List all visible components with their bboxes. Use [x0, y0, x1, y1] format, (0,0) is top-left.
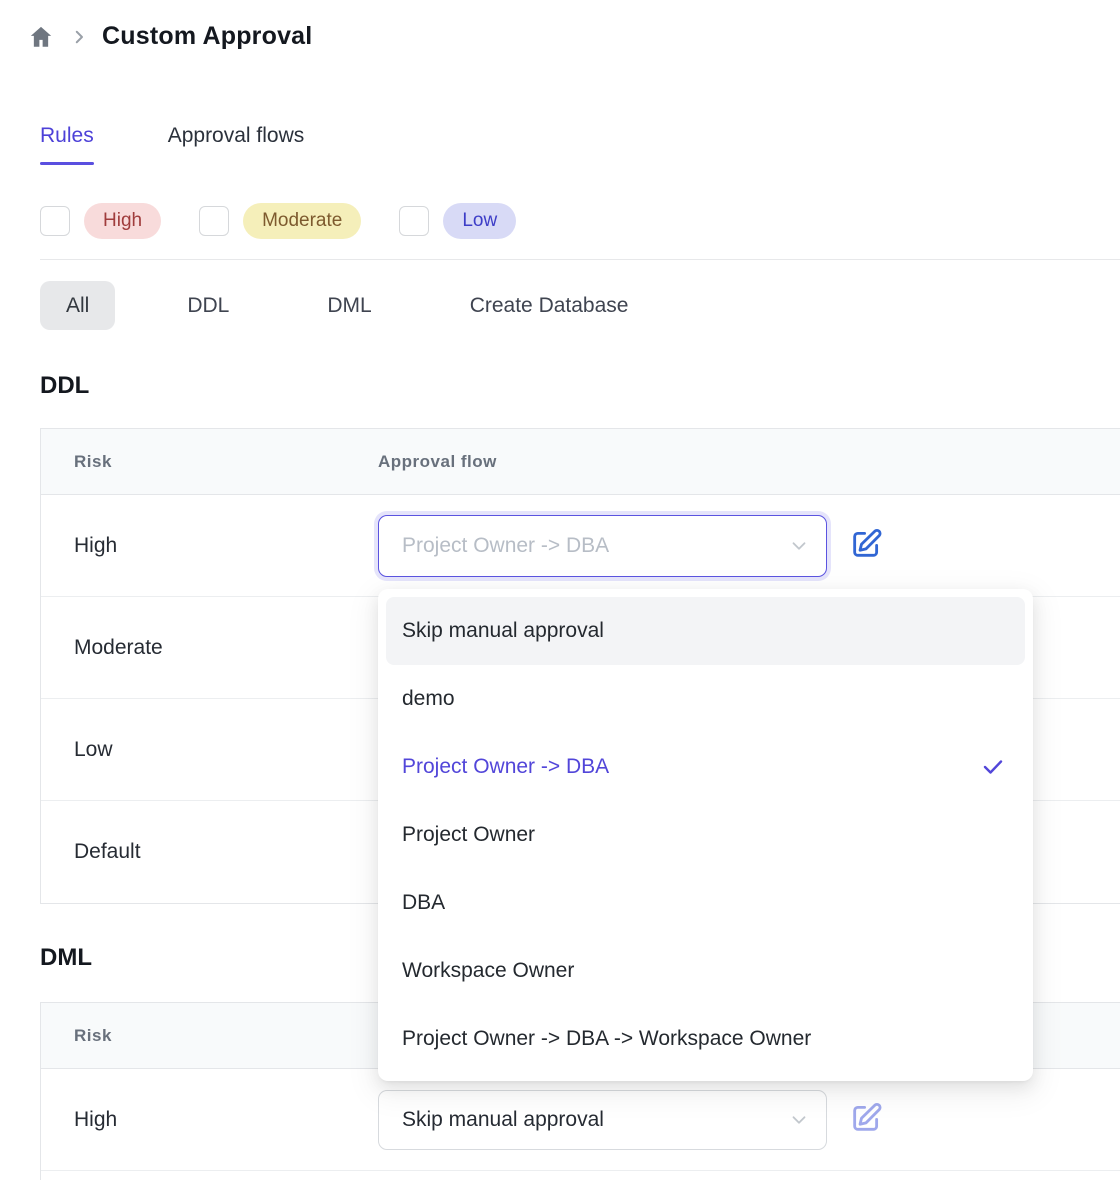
- home-icon[interactable]: [28, 24, 54, 50]
- risk-filter-low: Low: [399, 203, 516, 239]
- section-divider: [40, 259, 1120, 260]
- select-value: Project Owner -> DBA: [402, 534, 609, 558]
- edit-approval-flow-button-ddl-high[interactable]: [847, 527, 885, 565]
- column-header-risk: Risk: [41, 1026, 378, 1046]
- approval-flow-cell: Skip manual approval: [378, 1090, 885, 1150]
- approval-flow-dropdown-menu: Skip manual approval demo Project Owner …: [378, 589, 1033, 1081]
- tab-approval-flows[interactable]: Approval flows: [168, 124, 305, 165]
- risk-filter-row: High Moderate Low: [40, 203, 516, 239]
- filter-create-database[interactable]: Create Database: [444, 281, 655, 330]
- chevron-down-icon: [788, 535, 810, 557]
- dropdown-option-project-owner[interactable]: Project Owner: [386, 801, 1025, 869]
- risk-label: Moderate: [41, 636, 378, 660]
- page-title: Custom Approval: [102, 22, 312, 51]
- section-title-ddl: DDL: [40, 372, 89, 400]
- edit-pencil-square-icon: [849, 527, 883, 561]
- edit-approval-flow-button-dml-high[interactable]: [847, 1101, 885, 1139]
- approval-flow-select-dml-high[interactable]: Skip manual approval: [378, 1090, 827, 1150]
- filter-dml[interactable]: DML: [301, 281, 397, 330]
- dropdown-option-skip-manual-approval[interactable]: Skip manual approval: [386, 597, 1025, 665]
- dropdown-option-dba[interactable]: DBA: [386, 869, 1025, 937]
- risk-badge-moderate: Moderate: [243, 203, 361, 239]
- tab-bar: Rules Approval flows: [40, 124, 304, 165]
- risk-label: High: [41, 534, 378, 558]
- breadcrumb: Custom Approval: [28, 22, 312, 51]
- approval-flow-select-ddl-high[interactable]: Project Owner -> DBA: [378, 515, 827, 577]
- checkbox-low[interactable]: [399, 206, 429, 236]
- checkbox-high[interactable]: [40, 206, 70, 236]
- risk-badge-high: High: [84, 203, 161, 239]
- select-value: Skip manual approval: [402, 1108, 604, 1132]
- checkbox-moderate[interactable]: [199, 206, 229, 236]
- table-row-dml-next-partial: [41, 1171, 1120, 1180]
- type-filter-row: All DDL DML Create Database: [40, 281, 654, 330]
- custom-approval-page: Custom Approval Rules Approval flows Hig…: [0, 0, 1120, 1180]
- dropdown-option-workspace-owner[interactable]: Workspace Owner: [386, 937, 1025, 1005]
- option-label: Project Owner -> DBA: [402, 755, 609, 779]
- chevron-down-icon: [788, 1109, 810, 1131]
- risk-label: Low: [41, 738, 378, 762]
- section-title-dml: DML: [40, 944, 92, 972]
- risk-filter-moderate: Moderate: [199, 203, 361, 239]
- risk-filter-high: High: [40, 203, 161, 239]
- dropdown-option-project-owner-dba[interactable]: Project Owner -> DBA: [386, 733, 1025, 801]
- chevron-right-icon: [70, 28, 88, 46]
- dropdown-option-project-owner-dba-workspace-owner[interactable]: Project Owner -> DBA -> Workspace Owner: [386, 1005, 1025, 1073]
- risk-badge-low: Low: [443, 203, 516, 239]
- filter-all[interactable]: All: [40, 281, 115, 330]
- risk-label: Default: [41, 840, 378, 864]
- table-row-ddl-high: High Project Owner -> DBA: [41, 495, 1120, 597]
- filter-ddl[interactable]: DDL: [161, 281, 255, 330]
- dropdown-option-demo[interactable]: demo: [386, 665, 1025, 733]
- edit-pencil-square-icon: [849, 1101, 883, 1135]
- risk-label: High: [41, 1108, 378, 1132]
- tab-rules[interactable]: Rules: [40, 124, 94, 165]
- checkmark-icon: [981, 755, 1005, 779]
- column-header-risk: Risk: [41, 452, 378, 472]
- column-header-approval-flow: Approval flow: [378, 452, 497, 472]
- table-row-dml-high: High Skip manual approval: [41, 1069, 1120, 1171]
- table-header: Risk Approval flow: [41, 429, 1120, 495]
- approval-flow-cell: Project Owner -> DBA: [378, 515, 885, 577]
